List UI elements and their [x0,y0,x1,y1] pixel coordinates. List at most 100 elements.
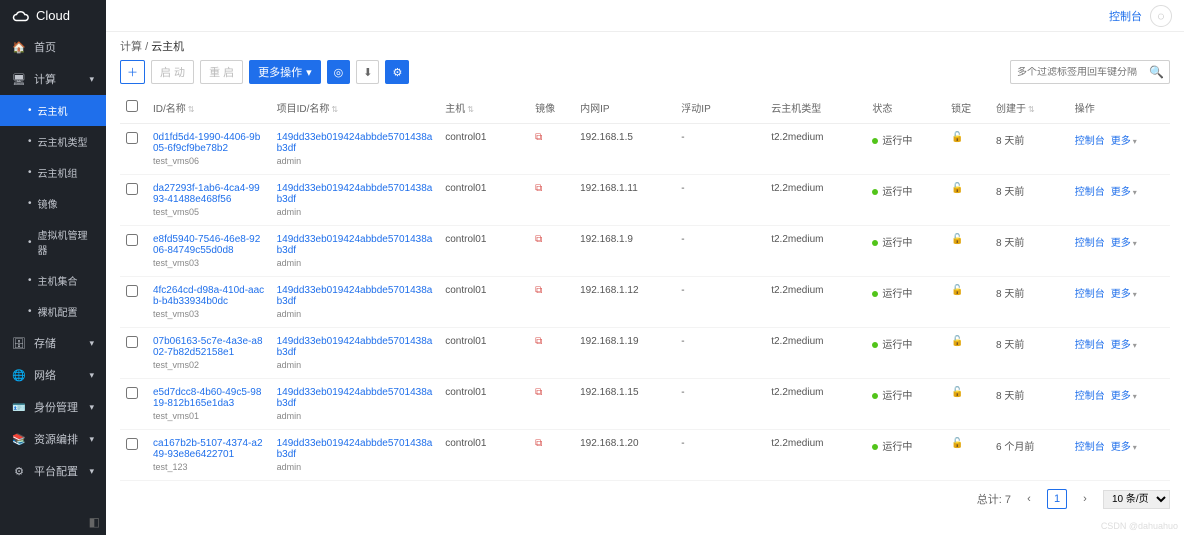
row-console-link[interactable]: 控制台 [1075,238,1105,249]
table-row: e8fd5940-7546-46e8-9206-84749c55d0d8test… [120,226,1170,277]
col-image[interactable]: 镜像 [535,104,555,115]
vm-id-link[interactable]: 07b06163-5c7e-4a3e-a802-7b82d52158e1 [153,336,265,358]
row-checkbox[interactable] [126,132,138,144]
sidebar-collapse-icon[interactable]: ◧ [0,509,106,535]
row-checkbox[interactable] [126,336,138,348]
col-ip[interactable]: 内网IP [580,104,609,115]
row-console-link[interactable]: 控制台 [1075,289,1105,300]
project-name: admin [277,462,434,472]
sidebar-item-7[interactable]: 主机集合 [0,265,106,296]
col-type[interactable]: 云主机类型 [771,104,821,115]
row-console-link[interactable]: 控制台 [1075,442,1105,453]
sidebar-item-11[interactable]: 🪪身份管理▾ [0,391,106,423]
sidebar-item-9[interactable]: 🗄存储▾ [0,327,106,359]
vm-id-link[interactable]: 0d1fd5d4-1990-4406-9b05-6f9cf9be78b2 [153,132,265,154]
settings-button[interactable]: ⚙ [385,60,409,84]
project-id-link[interactable]: 149dd33eb019424abbde5701438ab3df [277,336,434,358]
unlock-icon[interactable]: 🔓 [951,438,963,449]
sidebar-item-8[interactable]: 裸机配置 [0,296,106,327]
sidebar-item-5[interactable]: 镜像 [0,188,106,219]
project-id-link[interactable]: 149dd33eb019424abbde5701438ab3df [277,183,434,205]
image-broken-icon[interactable]: ⧉ [535,438,542,449]
row-more-link[interactable]: 更多▾ [1111,187,1137,198]
image-broken-icon[interactable]: ⧉ [535,132,542,143]
row-console-link[interactable]: 控制台 [1075,391,1105,402]
col-created[interactable]: 创建于 [996,104,1026,115]
globe-icon: 🌐 [12,369,26,382]
project-id-link[interactable]: 149dd33eb019424abbde5701438ab3df [277,285,434,307]
search-box[interactable]: 🔍 [1010,60,1170,84]
select-all-checkbox[interactable] [126,100,138,112]
start-button[interactable]: 启 动 [151,60,194,84]
col-host[interactable]: 主机 [445,104,465,115]
unlock-icon[interactable]: 🔓 [951,234,963,245]
table-row: da27293f-1ab6-4ca4-9993-41488e468f56test… [120,175,1170,226]
unlock-icon[interactable]: 🔓 [951,132,963,143]
row-console-link[interactable]: 控制台 [1075,136,1105,147]
view-toggle-button[interactable]: ◎ [327,60,351,84]
unlock-icon[interactable]: 🔓 [951,285,963,296]
vm-id-link[interactable]: da27293f-1ab6-4ca4-9993-41488e468f56 [153,183,265,205]
breadcrumb-root[interactable]: 计算 [120,41,142,53]
row-console-link[interactable]: 控制台 [1075,340,1105,351]
image-broken-icon[interactable]: ⧉ [535,183,542,194]
project-id-link[interactable]: 149dd33eb019424abbde5701438ab3df [277,234,434,256]
next-page-button[interactable]: › [1075,489,1095,509]
row-checkbox[interactable] [126,387,138,399]
sidebar-item-10[interactable]: 🌐网络▾ [0,359,106,391]
vm-id-link[interactable]: ca167b2b-5107-4374-a249-93e8e6422701 [153,438,265,460]
row-more-link[interactable]: 更多▾ [1111,442,1137,453]
image-broken-icon[interactable]: ⧉ [535,387,542,398]
download-button[interactable]: ⬇ [356,60,379,84]
sidebar-item-13[interactable]: ⚙平台配置▾ [0,455,106,487]
ip-cell: 192.168.1.12 [574,277,675,328]
project-id-link[interactable]: 149dd33eb019424abbde5701438ab3df [277,132,434,154]
row-more-link[interactable]: 更多▾ [1111,391,1137,402]
project-id-link[interactable]: 149dd33eb019424abbde5701438ab3df [277,438,434,460]
vm-id-link[interactable]: e5d7dcc8-4b60-49c5-9819-812b165e1da3 [153,387,265,409]
host-cell: control01 [439,226,529,277]
vm-id-link[interactable]: e8fd5940-7546-46e8-9206-84749c55d0d8 [153,234,265,256]
search-input[interactable] [1017,67,1149,78]
status-dot-icon [872,240,878,246]
sidebar-item-6[interactable]: 虚拟机管理器 [0,219,106,265]
row-more-link[interactable]: 更多▾ [1111,238,1137,249]
type-cell: t2.2medium [765,430,866,481]
col-lock[interactable]: 锁定 [951,104,971,115]
row-more-link[interactable]: 更多▾ [1111,136,1137,147]
vm-name: test_123 [153,462,265,472]
create-button[interactable]: ＋ [120,60,145,84]
row-checkbox[interactable] [126,285,138,297]
more-actions-button[interactable]: 更多操作 ▾ [249,60,321,84]
row-more-link[interactable]: 更多▾ [1111,340,1137,351]
image-broken-icon[interactable]: ⧉ [535,234,542,245]
row-console-link[interactable]: 控制台 [1075,187,1105,198]
sidebar-item-12[interactable]: 📚资源编排▾ [0,423,106,455]
vm-id-link[interactable]: 4fc264cd-d98a-410d-aacb-b4b33934b0dc [153,285,265,307]
restart-button[interactable]: 重 启 [200,60,243,84]
row-checkbox[interactable] [126,234,138,246]
console-link[interactable]: 控制台 [1109,8,1142,24]
sidebar-item-0[interactable]: 🏠首页 [0,31,106,63]
sidebar-item-2[interactable]: 云主机 [0,95,106,126]
sidebar-item-4[interactable]: 云主机组 [0,157,106,188]
row-checkbox[interactable] [126,183,138,195]
project-id-link[interactable]: 149dd33eb019424abbde5701438ab3df [277,387,434,409]
unlock-icon[interactable]: 🔓 [951,183,963,194]
sidebar-item-1[interactable]: 🖥计算▾ [0,63,106,95]
row-checkbox[interactable] [126,438,138,450]
col-project[interactable]: 项目ID/名称 [277,104,330,115]
unlock-icon[interactable]: 🔓 [951,387,963,398]
col-id[interactable]: ID/名称 [153,104,186,115]
prev-page-button[interactable]: ‹ [1019,489,1039,509]
unlock-icon[interactable]: 🔓 [951,336,963,347]
row-more-link[interactable]: 更多▾ [1111,289,1137,300]
image-broken-icon[interactable]: ⧉ [535,336,542,347]
page-size-select[interactable]: 10 条/页 [1103,490,1170,509]
user-avatar[interactable]: ◌ [1150,5,1172,27]
col-status[interactable]: 状态 [872,104,892,115]
image-broken-icon[interactable]: ⧉ [535,285,542,296]
sidebar-item-3[interactable]: 云主机类型 [0,126,106,157]
page-number[interactable]: 1 [1047,489,1067,509]
col-floatip[interactable]: 浮动IP [681,104,710,115]
